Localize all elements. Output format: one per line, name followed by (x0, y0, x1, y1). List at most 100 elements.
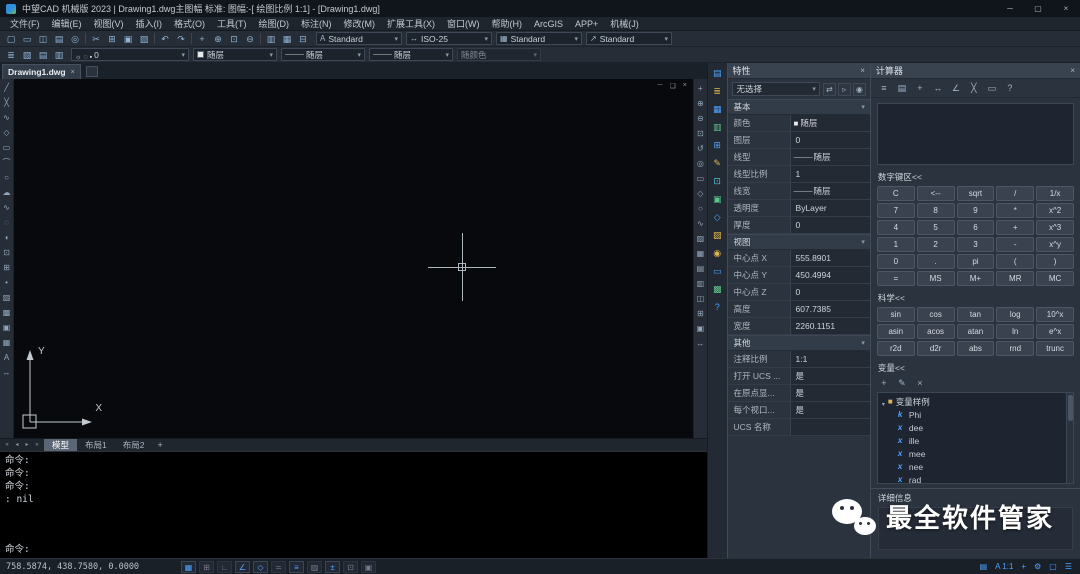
calc-get-coordinate-icon[interactable]: + (912, 81, 928, 95)
menu-item[interactable]: 机械(J) (604, 17, 645, 31)
workspace-gear-icon[interactable]: ⚙ (1032, 561, 1043, 573)
edit-variable-icon[interactable]: ✎ (894, 376, 910, 390)
layout-tab[interactable]: 布局1 (77, 439, 115, 452)
zoom-previous-icon[interactable]: ⊖ (242, 32, 258, 46)
layer-dropdown[interactable]: ☼ ◌ ▪ 0 (71, 48, 189, 61)
color-dropdown[interactable]: 随层 (193, 48, 277, 61)
properties-close-icon[interactable]: × (860, 66, 865, 75)
calc-key[interactable]: 3 (956, 237, 995, 252)
materials-panel-icon[interactable]: ▨ (710, 228, 725, 242)
property-value[interactable]: 0 (789, 132, 870, 148)
property-row[interactable]: 线宽 ——— 随层 (727, 183, 870, 200)
property-row[interactable]: 图层 0 (727, 132, 870, 149)
property-row[interactable]: 中心点 Z 0 (727, 284, 870, 301)
command-prompt[interactable]: 命令: (5, 541, 30, 555)
layout-nav-icon[interactable]: « (2, 439, 12, 452)
document-tab-close-icon[interactable]: × (71, 69, 75, 76)
property-value[interactable]: 555.8901 (789, 250, 870, 266)
minimize-button[interactable]: ─ (996, 0, 1024, 17)
views-panel-icon[interactable]: ▭ (710, 264, 725, 278)
calc-key[interactable]: - (996, 237, 1035, 252)
calc-more-icon[interactable]: ≡ (876, 81, 892, 95)
toggle-pickadd-icon[interactable]: ⇄ (822, 82, 836, 96)
close-button[interactable]: × (1052, 0, 1080, 17)
calc-sci-key[interactable]: d2r (916, 341, 955, 356)
menu-burger-icon[interactable]: ☰ (1063, 561, 1074, 573)
property-value[interactable]: 0 (789, 284, 870, 300)
calc-key[interactable]: . (916, 254, 955, 269)
numpad-section-label[interactable]: 数字键区<< (871, 168, 1080, 185)
layout-nav-icon[interactable]: ◂ (12, 439, 22, 452)
select-objects-icon[interactable]: ▹ (837, 82, 851, 96)
separator[interactable] (85, 33, 86, 44)
layout-nav-icon[interactable]: ▸ (22, 439, 32, 452)
calc-key[interactable]: x^2 (1036, 203, 1074, 218)
calc-key[interactable]: pi (956, 254, 995, 269)
property-row[interactable]: 打开 UCS ... 是 (727, 368, 870, 385)
variables-root-folder[interactable]: ■ 变量样例 (878, 395, 1073, 408)
calc-key[interactable]: / (996, 186, 1035, 201)
separator[interactable] (260, 33, 261, 44)
property-row[interactable]: 注释比例 1:1 (727, 351, 870, 368)
hatch-tool-icon[interactable]: ▨ (0, 290, 13, 305)
region-tool-icon[interactable]: ▣ (0, 320, 13, 335)
table-tool-icon[interactable]: ▦ (0, 335, 13, 350)
grid-toggle[interactable]: ▦ (181, 560, 196, 573)
command-line-area[interactable]: 命令: 命令: 命令:: nil 命令: (0, 451, 707, 558)
measure-tool-icon[interactable]: ↔ (694, 336, 707, 351)
property-value[interactable]: 是 (789, 385, 870, 401)
help-panel-icon[interactable]: ? (710, 300, 725, 314)
calc-key[interactable]: C (876, 186, 915, 201)
ellipse-tool-icon[interactable]: ◌ (0, 215, 13, 230)
toolpalette-panel-icon[interactable]: ▥ (710, 120, 725, 134)
plot-icon[interactable]: ▤ (51, 32, 67, 46)
property-row[interactable]: 中心点 Y 450.4994 (727, 267, 870, 284)
variables-section-label[interactable]: 变量<< (871, 359, 1080, 376)
open-file-icon[interactable]: ▭ (19, 32, 35, 46)
property-value[interactable]: ——— 随层 (789, 149, 870, 165)
designcenter-toggle-icon[interactable]: ▦ (279, 32, 295, 46)
calc-sci-key[interactable]: log (996, 307, 1035, 322)
table-style-dropdown[interactable]: ▦ Standard (496, 32, 582, 45)
calc-sci-key[interactable]: cos (916, 307, 955, 322)
layers-panel-icon[interactable]: ≣ (710, 84, 725, 98)
spline-tool-icon[interactable]: ∿ (0, 200, 13, 215)
expander-icon[interactable] (882, 393, 885, 411)
calculator-display[interactable] (876, 103, 1074, 165)
menu-item[interactable]: 格式(O) (168, 17, 211, 31)
render-panel-icon[interactable]: ▩ (710, 282, 725, 296)
property-value[interactable] (789, 419, 870, 435)
property-row[interactable]: 在原点显... 是 (727, 385, 870, 402)
calc-clear-icon[interactable]: ▭ (984, 81, 1000, 95)
property-value[interactable]: 1:1 (789, 351, 870, 367)
layout-view-tool-icon[interactable]: ▤ (694, 261, 707, 276)
calc-sci-key[interactable]: sin (876, 307, 915, 322)
separator[interactable] (191, 33, 192, 44)
sheet-view-tool-icon[interactable]: ▥ (694, 276, 707, 291)
regen-tool-icon[interactable]: ∿ (694, 216, 707, 231)
calc-sci-key[interactable]: 10^x (1036, 307, 1074, 322)
cycle-toggle[interactable]: ⊡ (343, 560, 358, 573)
xline-tool-icon[interactable]: ╳ (0, 95, 13, 110)
property-row[interactable]: 中心点 X 555.8901 (727, 250, 870, 267)
calc-key[interactable]: + (996, 220, 1035, 235)
lights-panel-icon[interactable]: ◉ (710, 246, 725, 260)
property-value[interactable]: ——— 随层 (789, 183, 870, 199)
calc-intersection-icon[interactable]: ╳ (966, 81, 982, 95)
sheetset-panel-icon[interactable]: ▣ (710, 192, 725, 206)
dimension-tool-icon[interactable]: ↔ (0, 365, 13, 380)
zoom-previous-tool-icon[interactable]: ↺ (694, 141, 707, 156)
calc-key[interactable]: 2 (916, 237, 955, 252)
calc-store-icon[interactable]: ▤ (894, 81, 910, 95)
ortho-toggle[interactable]: ∟ (217, 560, 232, 573)
polar-toggle[interactable]: ∠ (235, 560, 250, 573)
dim-style-dropdown[interactable]: ↔ ISO-25 (406, 32, 492, 45)
variable-item[interactable]: x rad (878, 473, 1073, 484)
layer-isolate-icon[interactable]: ▤ (35, 48, 51, 62)
calc-key[interactable]: 0 (876, 254, 915, 269)
property-value[interactable]: 450.4994 (789, 267, 870, 283)
new-document-icon[interactable] (85, 66, 98, 77)
variable-item[interactable]: k Phi (878, 408, 1073, 421)
calc-key[interactable]: MC (1036, 271, 1074, 286)
dynucs-toggle[interactable]: ▣ (361, 560, 376, 573)
